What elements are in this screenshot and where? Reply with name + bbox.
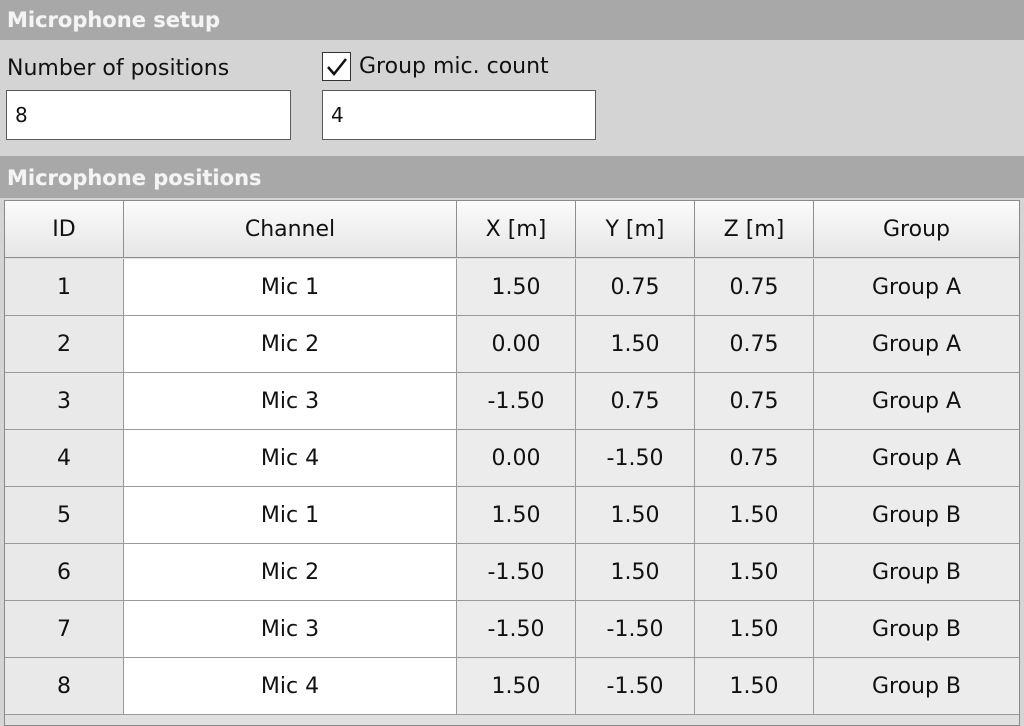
cell-y[interactable]: 0.75 xyxy=(576,373,695,430)
cell-z[interactable]: 0.75 xyxy=(695,316,814,373)
cell-z[interactable]: 0.75 xyxy=(695,373,814,430)
cell-z[interactable]: 0.75 xyxy=(695,430,814,487)
cell-z[interactable]: 0.75 xyxy=(695,259,814,316)
table-row[interactable]: 1 Mic 1 1.50 0.75 0.75 Group A xyxy=(5,259,1019,316)
cell-y[interactable]: 1.50 xyxy=(576,487,695,544)
cell-channel[interactable]: Mic 1 xyxy=(124,487,457,544)
column-header-id[interactable]: ID xyxy=(5,201,124,258)
cell-y[interactable]: 1.50 xyxy=(576,544,695,601)
cell-channel[interactable]: Mic 3 xyxy=(124,601,457,658)
cell-group[interactable]: Group A xyxy=(814,430,1019,487)
cell-z[interactable]: 1.50 xyxy=(695,601,814,658)
cell-y[interactable]: 1.50 xyxy=(576,316,695,373)
cell-group[interactable]: Group B xyxy=(814,658,1019,715)
cell-z[interactable]: 1.50 xyxy=(695,544,814,601)
cell-channel[interactable]: Mic 4 xyxy=(124,658,457,715)
column-header-x[interactable]: X [m] xyxy=(457,201,576,258)
checkmark-icon xyxy=(327,58,347,76)
table-row[interactable]: 3 Mic 3 -1.50 0.75 0.75 Group A xyxy=(5,373,1019,430)
cell-group[interactable]: Group A xyxy=(814,316,1019,373)
cell-y[interactable]: 0.75 xyxy=(576,259,695,316)
column-header-group[interactable]: Group xyxy=(814,201,1019,258)
cell-x[interactable]: 1.50 xyxy=(457,487,576,544)
table-row[interactable]: 7 Mic 3 -1.50 -1.50 1.50 Group B xyxy=(5,601,1019,658)
cell-id[interactable]: 2 xyxy=(5,316,124,373)
cell-id[interactable]: 3 xyxy=(5,373,124,430)
cell-x[interactable]: 1.50 xyxy=(457,658,576,715)
table-row[interactable]: 6 Mic 2 -1.50 1.50 1.50 Group B xyxy=(5,544,1019,601)
cell-id[interactable]: 8 xyxy=(5,658,124,715)
cell-id[interactable]: 4 xyxy=(5,430,124,487)
cell-y[interactable]: -1.50 xyxy=(576,430,695,487)
group-mic-count-label[interactable]: Group mic. count xyxy=(359,54,549,79)
cell-group[interactable]: Group A xyxy=(814,373,1019,430)
table-row[interactable]: 2 Mic 2 0.00 1.50 0.75 Group A xyxy=(5,316,1019,373)
column-header-channel[interactable]: Channel xyxy=(124,201,457,258)
cell-channel[interactable]: Mic 4 xyxy=(124,430,457,487)
cell-id[interactable]: 7 xyxy=(5,601,124,658)
table-row[interactable]: 4 Mic 4 0.00 -1.50 0.75 Group A xyxy=(5,430,1019,487)
section-header-microphone-positions: Microphone positions xyxy=(0,156,1024,198)
cell-channel[interactable]: Mic 3 xyxy=(124,373,457,430)
cell-channel[interactable]: Mic 2 xyxy=(124,544,457,601)
group-mic-count-input[interactable] xyxy=(322,90,596,140)
number-of-positions-label: Number of positions xyxy=(7,56,230,81)
cell-group[interactable]: Group A xyxy=(814,259,1019,316)
column-header-y[interactable]: Y [m] xyxy=(576,201,695,258)
column-header-z[interactable]: Z [m] xyxy=(695,201,814,258)
cell-x[interactable]: 1.50 xyxy=(457,259,576,316)
microphone-positions-table[interactable]: ID Channel X [m] Y [m] Z [m] Group 1 Mic … xyxy=(4,200,1020,726)
cell-x[interactable]: -1.50 xyxy=(457,373,576,430)
cell-channel[interactable]: Mic 2 xyxy=(124,316,457,373)
table-header-row: ID Channel X [m] Y [m] Z [m] Group xyxy=(5,201,1019,258)
cell-y[interactable]: -1.50 xyxy=(576,658,695,715)
cell-x[interactable]: 0.00 xyxy=(457,430,576,487)
microphone-setup-panel: Microphone setup Number of positions Gro… xyxy=(0,0,1024,726)
cell-x[interactable]: -1.50 xyxy=(457,544,576,601)
cell-id[interactable]: 6 xyxy=(5,544,124,601)
table-row[interactable]: 8 Mic 4 1.50 -1.50 1.50 Group B xyxy=(5,658,1019,715)
section-header-microphone-setup: Microphone setup xyxy=(0,0,1024,40)
cell-group[interactable]: Group B xyxy=(814,601,1019,658)
cell-channel[interactable]: Mic 1 xyxy=(124,259,457,316)
cell-group[interactable]: Group B xyxy=(814,544,1019,601)
cell-x[interactable]: -1.50 xyxy=(457,601,576,658)
number-of-positions-input[interactable] xyxy=(6,90,291,140)
cell-z[interactable]: 1.50 xyxy=(695,487,814,544)
table-row[interactable]: 5 Mic 1 1.50 1.50 1.50 Group B xyxy=(5,487,1019,544)
cell-y[interactable]: -1.50 xyxy=(576,601,695,658)
cell-group[interactable]: Group B xyxy=(814,487,1019,544)
cell-z[interactable]: 1.50 xyxy=(695,658,814,715)
cell-id[interactable]: 5 xyxy=(5,487,124,544)
cell-id[interactable]: 1 xyxy=(5,259,124,316)
cell-x[interactable]: 0.00 xyxy=(457,316,576,373)
group-mic-count-checkbox[interactable] xyxy=(322,52,351,81)
